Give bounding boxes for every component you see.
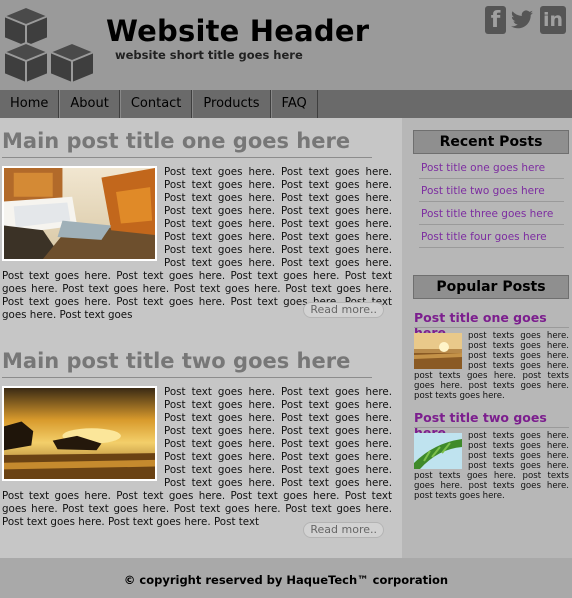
popular-posts-heading: Popular Posts (413, 275, 569, 299)
recent-post-link[interactable]: Post title three goes here (419, 206, 564, 225)
nav-item-about[interactable]: About (59, 90, 120, 118)
site-footer: © copyright reserved by HaqueTech™ corpo… (0, 558, 572, 598)
recent-post-link[interactable]: Post title two goes here (419, 183, 564, 202)
post-title[interactable]: Main post title one goes here (2, 126, 372, 158)
site-title: Website Header (106, 14, 370, 48)
divider (414, 327, 569, 328)
nav-item-contact[interactable]: Contact (119, 90, 193, 118)
post-body: Post text goes here. Post text goes here… (2, 166, 392, 322)
divider (414, 427, 569, 428)
twitter-icon[interactable] (509, 6, 535, 34)
recent-posts-list: Post title one goes here Post title two … (419, 160, 564, 252)
main-nav: Home About Contact Products FAQ (0, 90, 572, 118)
recent-posts-heading: Recent Posts (413, 130, 569, 154)
recent-post-link[interactable]: Post title one goes here (419, 160, 564, 179)
palm-leaf-thumbnail[interactable] (414, 433, 462, 469)
popular-post-body: post texts goes here. post texts goes he… (414, 331, 569, 401)
linkedin-icon[interactable]: in (540, 6, 566, 34)
nav-item-faq[interactable]: FAQ (270, 90, 318, 118)
post-title[interactable]: Main post title two goes here (2, 346, 372, 378)
post-two: Main post title two goes here Post text … (2, 346, 392, 538)
nav-item-products[interactable]: Products (192, 90, 271, 118)
site-header: Website Header website short title goes … (0, 0, 572, 90)
site-subtitle: website short title goes here (115, 48, 303, 62)
read-more-button[interactable]: Read more.. (303, 522, 384, 538)
recent-post-link[interactable]: Post title four goes here (419, 229, 564, 248)
copyright-text: © copyright reserved by HaqueTech™ corpo… (123, 573, 449, 587)
stacked-cubes-icon[interactable] (2, 5, 98, 85)
nav-item-home[interactable]: Home (0, 90, 60, 118)
post-body: Post text goes here. Post text goes here… (2, 386, 392, 529)
sidebar: Recent Posts Post title one goes here Po… (402, 118, 572, 558)
post-one: Main post title one goes here Post text … (2, 126, 392, 322)
popular-post-body: post texts goes here. post texts goes he… (414, 431, 569, 501)
facebook-icon[interactable]: f (485, 6, 506, 34)
sunrise-field-thumbnail[interactable] (414, 333, 462, 369)
main-content: Main post title one goes here Post text … (0, 118, 402, 558)
sunset-seashore-image[interactable] (2, 386, 157, 481)
read-more-button[interactable]: Read more.. (303, 302, 384, 318)
waterfall-autumn-image[interactable] (2, 166, 157, 261)
